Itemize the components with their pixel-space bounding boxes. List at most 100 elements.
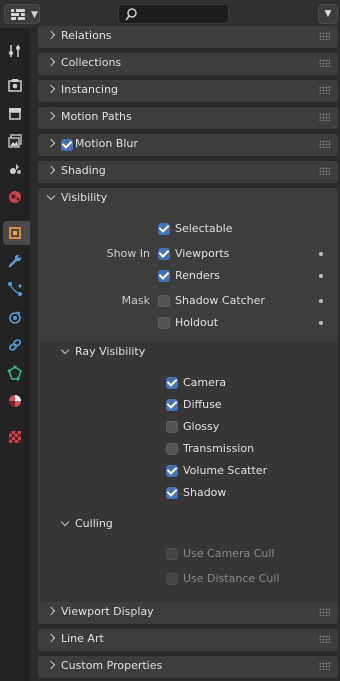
shadow-catcher-label: Shadow Catcher (175, 294, 265, 307)
keyframe-dot-icon[interactable] (319, 252, 323, 256)
panel-header-collections[interactable]: Collections (38, 53, 338, 75)
tab-particles[interactable] (3, 277, 27, 301)
chevron-right-icon (46, 138, 56, 148)
panel-viewport-display: Viewport Display (38, 602, 338, 624)
subpanel-title: Culling (75, 517, 113, 530)
tab-object[interactable] (3, 221, 30, 245)
ray-volume-scatter-checkbox[interactable] (166, 465, 178, 477)
header-menu-button[interactable]: ▼ (318, 4, 338, 24)
panel-title: Motion Paths (61, 110, 132, 123)
view-layer-icon (8, 134, 22, 148)
drag-handle-icon[interactable] (319, 86, 330, 94)
material-icon (9, 395, 21, 407)
drag-handle-icon[interactable] (319, 140, 330, 148)
drag-handle-icon[interactable] (319, 59, 330, 67)
panel-header-line-art[interactable]: Line Art (38, 629, 338, 651)
panel-header-custom-properties[interactable]: Custom Properties (38, 656, 338, 678)
chevron-right-icon (46, 633, 56, 643)
ray-camera-label: Camera (183, 376, 227, 389)
panel-relations: Relations (38, 26, 338, 48)
panel-title: Viewport Display (61, 605, 154, 618)
tab-render[interactable] (3, 73, 27, 97)
panel-header-viewport-display[interactable]: Viewport Display (38, 602, 338, 624)
keyframe-dot-icon[interactable] (319, 274, 323, 278)
panel-shading: Shading (38, 161, 338, 183)
drag-handle-icon[interactable] (319, 608, 330, 616)
panel-header-instancing[interactable]: Instancing (38, 80, 338, 102)
panel-header-motion-paths[interactable]: Motion Paths (38, 107, 338, 129)
use-camera-cull-checkbox[interactable] (166, 548, 178, 560)
tab-world[interactable] (3, 185, 27, 209)
ray-transmission-checkbox[interactable] (166, 443, 178, 455)
mesh-data-icon (7, 365, 22, 381)
use-distance-cull-checkbox[interactable] (166, 573, 178, 585)
selectable-checkbox[interactable] (158, 223, 170, 235)
world-icon (9, 191, 21, 203)
search-input[interactable] (143, 7, 223, 21)
chevron-right-icon (46, 84, 56, 94)
editor-type-button[interactable]: ▼ (4, 4, 40, 24)
chevron-down-icon (60, 517, 70, 527)
renders-checkbox[interactable] (158, 270, 170, 282)
tab-constraints[interactable] (3, 333, 27, 357)
subpanel-header-ray-visibility[interactable]: Ray Visibility (40, 342, 338, 364)
tool-icon (9, 45, 20, 57)
panel-header-shading[interactable]: Shading (38, 161, 338, 183)
ray-camera-checkbox[interactable] (166, 377, 178, 389)
drag-handle-icon[interactable] (319, 167, 330, 175)
ray-volume-scatter-label: Volume Scatter (183, 464, 268, 477)
tab-view-layer[interactable] (3, 129, 27, 153)
tab-physics[interactable] (3, 305, 27, 329)
subpanel-header-culling[interactable]: Culling (40, 514, 338, 536)
panel-collections: Collections (38, 53, 338, 75)
tab-output[interactable] (3, 101, 27, 125)
tab-data[interactable] (3, 361, 27, 385)
panel-header-relations[interactable]: Relations (38, 26, 338, 48)
shadow-catcher-checkbox[interactable] (158, 295, 170, 307)
viewports-checkbox[interactable] (158, 248, 170, 260)
chevron-right-icon (46, 111, 56, 121)
chevron-right-icon (46, 57, 56, 67)
panel-motion-paths: Motion Paths (38, 107, 338, 129)
holdout-label: Holdout (175, 316, 219, 329)
scene-icon (10, 164, 21, 174)
search-icon (125, 8, 137, 21)
panel-line-art: Line Art (38, 629, 338, 651)
chevron-right-icon (46, 660, 56, 670)
object-properties-content: Relations Collections Instancing Motion … (36, 26, 340, 681)
panel-header-visibility[interactable]: Visibility (38, 188, 338, 210)
properties-tabs (0, 29, 30, 681)
drag-handle-icon[interactable] (319, 113, 330, 121)
viewports-label: Viewports (175, 247, 230, 260)
ray-shadow-checkbox[interactable] (166, 487, 178, 499)
panel-motion-blur: Motion Blur (38, 134, 338, 156)
tab-material[interactable] (3, 389, 27, 413)
tab-modifiers[interactable] (3, 249, 27, 273)
ray-diffuse-checkbox[interactable] (166, 399, 178, 411)
motion-blur-checkbox[interactable] (61, 139, 73, 151)
subpanel-ray-visibility: Ray Visibility Camera Diffuse Glossy Tra… (40, 342, 338, 528)
keyframe-dot-icon[interactable] (319, 299, 323, 303)
ray-glossy-checkbox[interactable] (166, 421, 178, 433)
properties-header: ▼ ▼ (0, 0, 340, 29)
texture-icon (9, 431, 21, 443)
chevron-right-icon (46, 606, 56, 616)
keyframe-dot-icon[interactable] (319, 321, 323, 325)
panel-header-motion-blur[interactable]: Motion Blur (38, 134, 338, 156)
particles-icon (8, 282, 22, 296)
tab-tool[interactable] (3, 39, 27, 63)
selectable-label: Selectable (175, 222, 233, 235)
chevron-right-icon (46, 30, 56, 40)
tab-scene[interactable] (3, 157, 27, 181)
drag-handle-icon[interactable] (319, 662, 330, 670)
use-camera-cull-label: Use Camera Cull (183, 547, 275, 560)
search-field[interactable] (118, 4, 229, 24)
panel-visibility: Visibility Selectable Show In Viewports … (38, 188, 338, 622)
panel-title: Shading (61, 164, 106, 177)
drag-handle-icon[interactable] (319, 635, 330, 643)
tab-texture[interactable] (3, 425, 27, 449)
ray-glossy-label: Glossy (183, 420, 220, 433)
holdout-checkbox[interactable] (158, 317, 170, 329)
panel-title: Collections (61, 56, 122, 69)
drag-handle-icon[interactable] (319, 32, 330, 40)
